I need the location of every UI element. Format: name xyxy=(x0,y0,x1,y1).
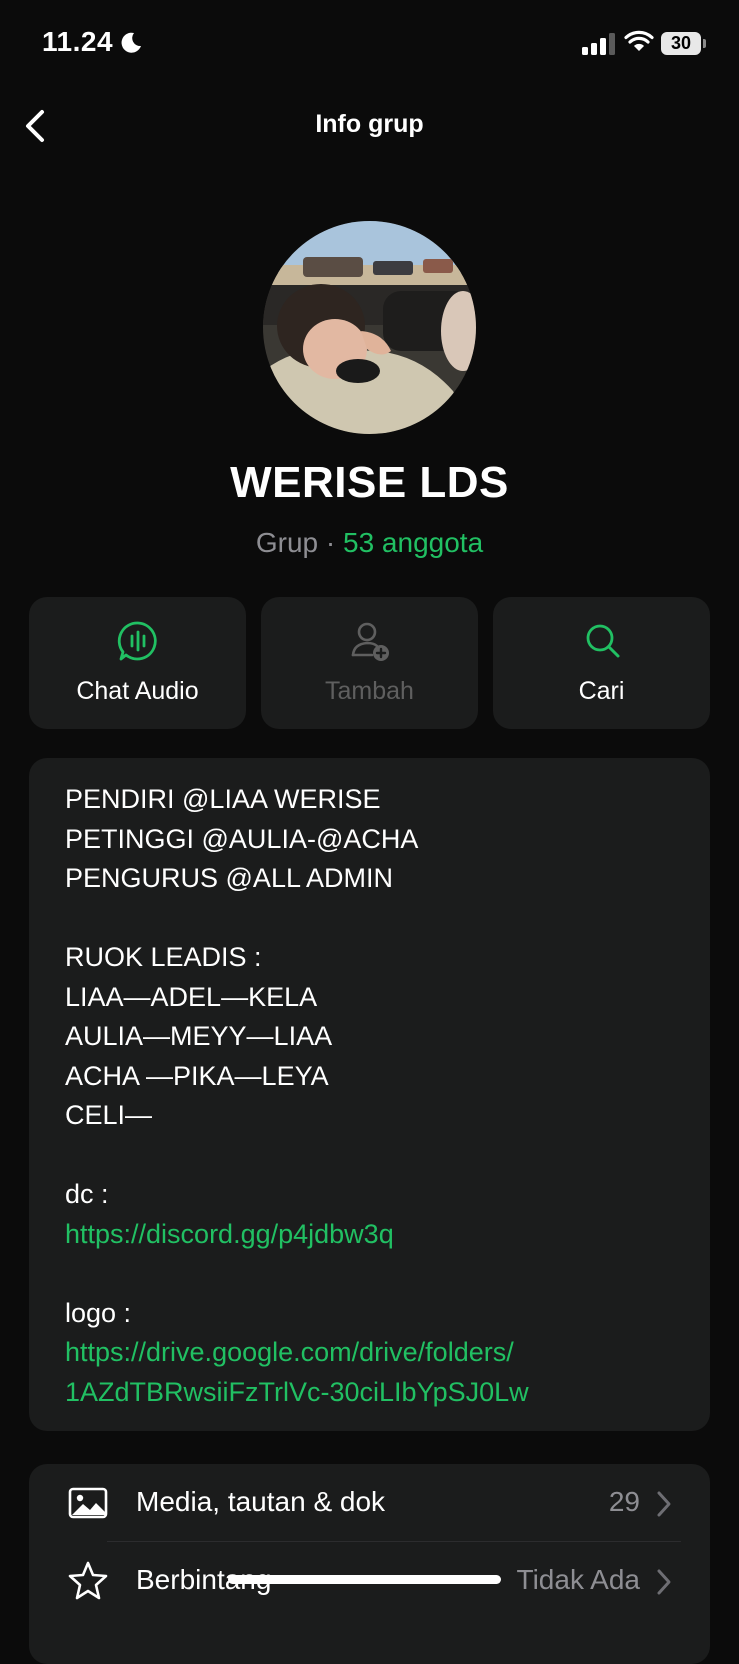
description-line: CELI— xyxy=(65,1100,153,1130)
description-line: PENDIRI @LIAA WERISE xyxy=(65,784,381,814)
description-line: ACHA —PIKA—LEYA xyxy=(65,1060,329,1091)
starred-count: Tidak Ada xyxy=(516,1564,640,1595)
description-line xyxy=(65,1254,685,1294)
description-line: AULIA—MEYY—LIAA xyxy=(65,1021,333,1051)
member-count-link[interactable]: 53 anggota xyxy=(343,527,483,558)
description-line: PENGURUS @ALL ADMIN xyxy=(65,863,393,893)
group-subtitle: Grup · 53 anggota xyxy=(0,527,739,559)
group-description-card: PENDIRI @LIAA WERISE PETINGGI @AULIA-@AC… xyxy=(29,758,710,1431)
home-indicator[interactable] xyxy=(228,1575,501,1584)
description-line: dc : xyxy=(65,1179,109,1209)
star-icon xyxy=(68,1561,108,1600)
description-line: logo : xyxy=(65,1297,132,1328)
discord-link[interactable]: https://discord.gg/p4jdbw3q xyxy=(65,1215,685,1255)
chevron-right-icon xyxy=(657,1491,671,1517)
add-person-icon xyxy=(351,622,389,661)
drive-link-continued[interactable]: 1AZdTBRwsiiFzTrlVc-30ciLIbYpSJ0Lw xyxy=(65,1373,685,1413)
chevron-right-icon xyxy=(657,1569,671,1595)
battery-level: 30 xyxy=(670,33,692,53)
description-line: PETINGGI @AULIA-@ACHA xyxy=(65,823,419,854)
search-label: Cari xyxy=(578,677,625,705)
add-member-button[interactable]: Tambah xyxy=(261,597,478,729)
search-button[interactable]: Cari xyxy=(493,597,710,729)
group-type: Grup xyxy=(255,527,319,558)
battery-tip xyxy=(703,39,706,48)
page-title: Info grup xyxy=(315,110,424,138)
moon-icon xyxy=(121,32,141,53)
group-name: WERISE LDS xyxy=(230,458,509,507)
group-avatar[interactable] xyxy=(263,221,476,434)
status-bar: 11.24 30 xyxy=(0,0,739,90)
chat-audio-label: Chat Audio xyxy=(76,677,199,705)
description-line xyxy=(65,1136,685,1176)
group-photo xyxy=(263,221,476,434)
subtitle-separator: · xyxy=(318,527,343,558)
media-count: 29 xyxy=(608,1486,640,1517)
menu-divider xyxy=(107,1541,681,1542)
signal-icon xyxy=(582,33,615,55)
menu-item-media[interactable]: Media, tautan & dok 29 xyxy=(29,1464,710,1542)
description-line xyxy=(65,899,685,939)
image-icon xyxy=(68,1487,108,1519)
menu-label-media: Media, tautan & dok xyxy=(136,1486,386,1517)
drive-link[interactable]: https://drive.google.com/drive/folders/ xyxy=(65,1333,685,1373)
group-description: PENDIRI @LIAA WERISE PETINGGI @AULIA-@AC… xyxy=(65,780,685,1412)
group-menu: Media, tautan & dok 29 Berbintang Tidak … xyxy=(29,1464,710,1664)
wifi-icon xyxy=(624,30,654,51)
audio-chat-icon xyxy=(117,621,157,661)
search-icon xyxy=(586,624,620,658)
battery-indicator: 30 xyxy=(661,32,707,56)
description-line: RUOK LEADIS : xyxy=(65,942,262,972)
chat-audio-button[interactable]: Chat Audio xyxy=(29,597,246,729)
add-member-label: Tambah xyxy=(325,677,414,705)
status-time: 11.24 xyxy=(42,26,114,57)
description-line: LIAA—ADEL—KELA xyxy=(65,981,318,1012)
